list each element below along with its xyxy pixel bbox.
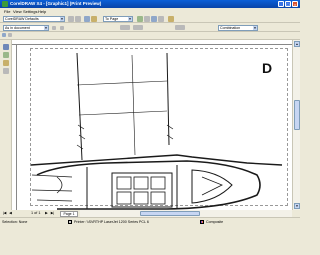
drawing-shape	[150, 176, 166, 190]
pick-tool-icon[interactable]	[3, 44, 9, 50]
drawing-line	[166, 124, 174, 140]
window-title: CorelDRAW X4 - [Graphic1] (Print Preview…	[10, 1, 102, 6]
drawing-shape	[116, 176, 132, 190]
minimize-button[interactable]: _	[278, 1, 284, 7]
drawing-line	[201, 176, 223, 196]
position-field[interactable]	[120, 25, 130, 30]
printer-icon	[68, 219, 72, 224]
scale-field[interactable]	[133, 25, 143, 30]
drawing-line	[31, 174, 73, 202]
chevron-down-icon: ▼	[60, 16, 64, 21]
horizontal-scroll-thumb[interactable]	[140, 211, 200, 216]
chevron-down-icon: ▼	[128, 16, 132, 21]
status-bar: Selection: None Printer: \\SVRTHP LaserJ…	[0, 217, 300, 255]
width-spinner-icon[interactable]	[52, 25, 56, 30]
print-icon[interactable]	[91, 15, 97, 22]
tile-field[interactable]	[175, 25, 185, 30]
add-style-icon[interactable]	[68, 15, 74, 22]
page-count: 1 of 1	[31, 211, 41, 215]
print-options-icon[interactable]	[84, 15, 90, 22]
drawing-line	[76, 52, 83, 161]
drawing-shape	[191, 169, 233, 204]
full-screen-icon[interactable]	[137, 15, 143, 22]
drawing-line	[76, 80, 168, 86]
separation-icon[interactable]	[144, 15, 150, 22]
chevron-down-icon: ▼	[253, 25, 257, 30]
drawing-shape	[116, 191, 132, 205]
layout-icon[interactable]	[8, 33, 12, 37]
line-drawing: D	[30, 52, 283, 210]
composite-icon	[200, 219, 204, 224]
page-tab[interactable]: Page 1	[60, 210, 78, 217]
vertical-scroll-thumb[interactable]	[294, 100, 300, 130]
drawing-line	[78, 110, 168, 116]
selection-status: Selection: None	[2, 219, 28, 224]
drawing-line	[166, 52, 170, 146]
drawing-shape	[133, 191, 149, 205]
drawing-shape	[111, 172, 173, 208]
section-letter: D	[262, 60, 272, 76]
as-in-document-value: As in document	[5, 25, 30, 30]
next-page-icon[interactable]: ▶	[44, 211, 49, 216]
print-style-combo[interactable]: CorelDRAW Defaults ▼	[3, 15, 65, 22]
close-preview-icon[interactable]	[168, 15, 174, 22]
height-spinner-icon[interactable]	[60, 25, 64, 30]
previous-page-icon[interactable]: ◀	[8, 211, 13, 216]
last-page-icon[interactable]: ▶|	[50, 211, 55, 216]
page-select-value: To Page	[105, 16, 119, 21]
printer-status: Printer: \\SVRTHP LaserJet 1200 Series P…	[74, 219, 149, 224]
scroll-up-icon[interactable]: ▲	[294, 41, 300, 47]
first-page-icon[interactable]: |◀	[2, 211, 7, 216]
toolbar-layout: As in document ▼ Combination ▼	[0, 23, 300, 32]
mode-status: Composite	[206, 219, 224, 224]
combination-combo[interactable]: Combination ▼	[218, 24, 258, 31]
horizontal-scrollbar[interactable]	[80, 210, 292, 217]
chevron-down-icon: ▼	[44, 25, 48, 30]
close-button[interactable]: ×	[292, 1, 298, 7]
mirror-icon[interactable]	[158, 15, 164, 22]
invert-icon[interactable]	[151, 15, 157, 22]
drawing-line	[131, 54, 136, 156]
toolbar-secondary	[0, 32, 300, 40]
drawing-shape	[133, 176, 149, 190]
combination-value: Combination	[220, 25, 241, 30]
coreldraw-app-icon	[2, 1, 8, 7]
imposition-tool-icon[interactable]	[3, 52, 9, 58]
as-in-document-combo[interactable]: As in document ▼	[3, 24, 49, 31]
scroll-down-icon[interactable]: ▼	[294, 203, 300, 209]
vertical-scrollbar[interactable]: ▲ ▼	[292, 40, 300, 210]
drawing-line	[30, 154, 283, 166]
orientation-icon[interactable]	[2, 33, 6, 37]
marks-tool-icon[interactable]	[3, 60, 9, 66]
toolbar-main: CorelDRAW Defaults ▼ To Page ▼	[0, 14, 300, 23]
drawing-shape	[150, 191, 166, 205]
print-style-value: CorelDRAW Defaults	[5, 16, 39, 21]
print-preview-canvas[interactable]: D	[17, 45, 292, 210]
maximize-button[interactable]: □	[285, 1, 291, 7]
page-select-combo[interactable]: To Page ▼	[103, 15, 133, 22]
remove-style-icon[interactable]	[75, 15, 81, 22]
zoom-tool-icon[interactable]	[3, 68, 9, 74]
drawing-line	[36, 160, 261, 210]
page-navigator: |◀ ◀ 1 of 1 ▶ ▶| Page 1	[0, 210, 80, 217]
title-bar: CorelDRAW X4 - [Graphic1] (Print Preview…	[0, 0, 300, 8]
